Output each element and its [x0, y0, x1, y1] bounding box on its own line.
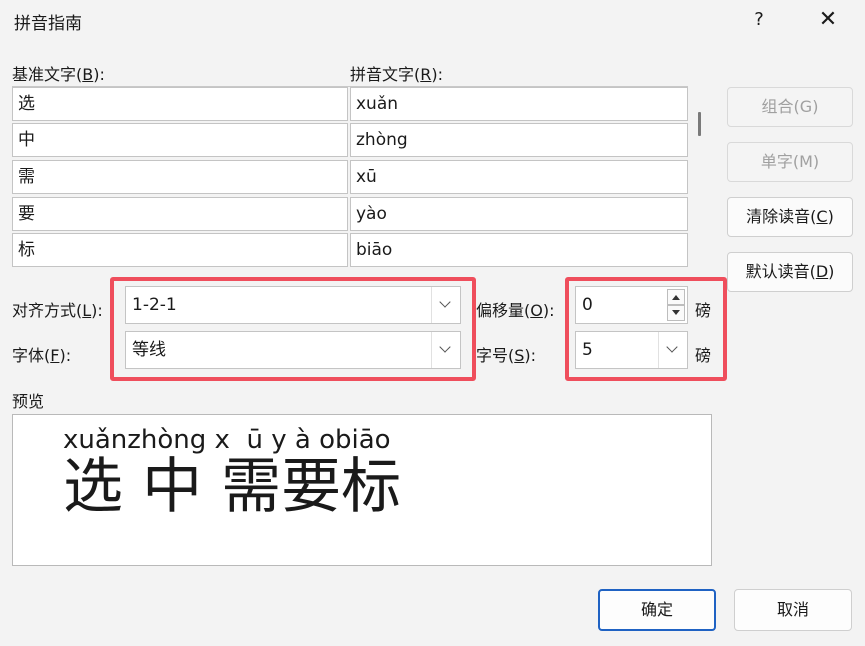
- size-select[interactable]: 5: [575, 331, 688, 369]
- font-select[interactable]: 等线: [125, 331, 461, 369]
- ruby-text-cell[interactable]: yào: [350, 197, 688, 231]
- alignment-select[interactable]: 1-2-1: [125, 286, 461, 324]
- ruby-text-cell[interactable]: xuǎn: [350, 87, 688, 121]
- mono-button[interactable]: 单字(M): [727, 142, 853, 182]
- preview-label: 预览: [12, 392, 45, 411]
- chevron-down-icon: [666, 341, 678, 353]
- ruby-grid: 选 xuǎn 中 zhòng 需 xū 要 yào 标 biāo: [12, 86, 688, 267]
- alignment-label: 对齐方式(L):: [12, 301, 103, 320]
- grid-row: 要 yào: [12, 197, 688, 231]
- size-value: 5: [582, 340, 593, 360]
- grid-row: 标 biāo: [12, 233, 688, 267]
- size-dropdown-arrow[interactable]: [658, 332, 687, 368]
- spin-up-button[interactable]: [667, 289, 685, 305]
- title-bar: 拼音指南 ? ✕: [0, 0, 865, 42]
- base-text-label: 基准文字(B):: [12, 65, 105, 84]
- grid-row: 需 xū: [12, 160, 688, 194]
- preview-base-text: 选 中 需要标: [63, 452, 402, 522]
- base-text-cell[interactable]: 选: [12, 87, 348, 121]
- base-text-cell[interactable]: 中: [12, 123, 348, 157]
- chevron-down-icon: [439, 341, 451, 353]
- ok-button[interactable]: 确定: [598, 589, 716, 631]
- clear-reading-button[interactable]: 清除读音(C): [727, 197, 853, 237]
- base-text-cell[interactable]: 要: [12, 197, 348, 231]
- grid-row: 中 zhòng: [12, 123, 688, 157]
- base-text-cell[interactable]: 标: [12, 233, 348, 267]
- ruby-text-label: 拼音文字(R):: [350, 65, 444, 84]
- ruby-text-cell[interactable]: biāo: [350, 233, 688, 267]
- font-dropdown-arrow[interactable]: [431, 332, 460, 368]
- spin-down-button[interactable]: [667, 305, 685, 321]
- ruby-text-cell[interactable]: zhòng: [350, 123, 688, 157]
- cancel-button[interactable]: 取消: [734, 589, 852, 631]
- font-label: 字体(F):: [12, 346, 72, 365]
- font-value: 等线: [132, 340, 166, 360]
- help-button[interactable]: ?: [744, 5, 774, 35]
- offset-spinner[interactable]: 0: [575, 286, 688, 324]
- offset-label: 偏移量(O):: [476, 301, 555, 320]
- size-label: 字号(S):: [476, 346, 537, 365]
- triangle-down-icon: [672, 310, 680, 315]
- ruby-text-cell[interactable]: xū: [350, 160, 688, 194]
- size-unit: 磅: [695, 346, 712, 365]
- base-text-cell[interactable]: 需: [12, 160, 348, 194]
- alignment-dropdown-arrow[interactable]: [431, 287, 460, 323]
- offset-value: 0: [582, 295, 593, 315]
- group-button[interactable]: 组合(G): [727, 87, 853, 127]
- grid-scrollbar[interactable]: [698, 112, 701, 136]
- dialog-title: 拼音指南: [14, 14, 82, 34]
- grid-row: 选 xuǎn: [12, 87, 688, 121]
- default-reading-button[interactable]: 默认读音(D): [727, 252, 853, 292]
- close-button[interactable]: ✕: [812, 5, 844, 35]
- offset-unit: 磅: [695, 301, 712, 320]
- triangle-up-icon: [672, 295, 680, 300]
- preview-box: xuǎnzhòng x ū y à obiāo 选 中 需要标: [12, 414, 712, 566]
- chevron-down-icon: [439, 296, 451, 308]
- alignment-value: 1-2-1: [132, 295, 177, 315]
